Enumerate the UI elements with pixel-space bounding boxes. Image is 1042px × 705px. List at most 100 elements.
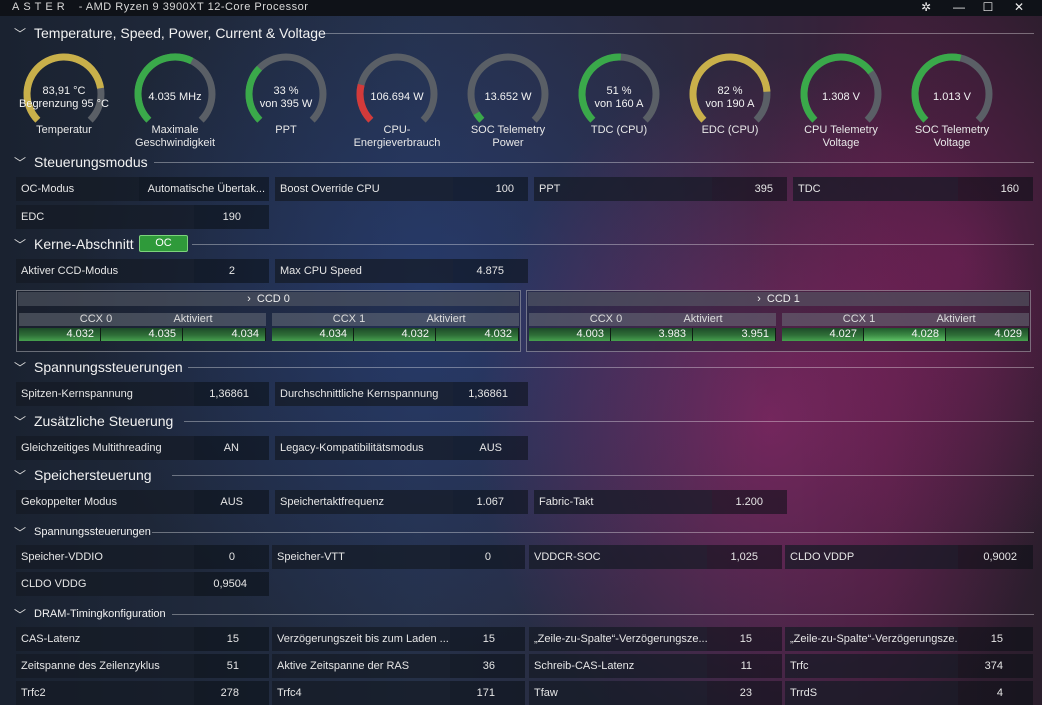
legacy-mode-field[interactable]: Legacy-Kompatibilitätsmodus AUS [275,436,528,460]
dram-timing-field[interactable]: „Zeile-zu-Spalte“-Verzögerungsze... 15 [529,627,782,651]
gauge: 1.013 V SOC Telemetry Voltage [900,50,1004,156]
core-clock: 3.983 [611,328,693,341]
gauge-track [356,53,438,123]
field-value: 2 [194,259,269,283]
section-title-text: Kerne-Abschnitt [34,236,134,252]
gauge-value: 1.308 V [822,91,860,103]
gauge-dial [800,53,882,123]
section-memory-voltage[interactable]: ﹀ Spannungssteuerungen [14,522,1034,542]
tdc-field[interactable]: TDC 160 [793,177,1033,201]
field-label: Aktiver CCD-Modus [16,259,194,283]
field-value: 15 [707,627,782,651]
field-label: Gleichzeitiges Multithreading [16,436,194,460]
settings-icon[interactable]: ✲ [915,0,937,14]
field-value: 1,36861 [453,382,528,406]
section-title-text: Spannungssteuerungen [34,526,151,538]
ppt-field[interactable]: PPT 395 [534,177,787,201]
divider [172,614,1034,615]
field-label: Speicher-VTT [272,545,450,569]
dram-timing-field[interactable]: Trfc4 171 [272,681,525,705]
ccx-name: CCX 1 [332,313,366,325]
coupled-mode-field[interactable]: Gekoppelter Modus AUS [16,490,269,514]
ccd-header[interactable]: › CCD 0 [18,292,519,306]
field-value: 4 [958,681,1033,705]
core-clock: 4.029 [946,328,1029,341]
gauge: 13.652 W SOC Telemetry Power [456,50,560,156]
field-label: TrrdS [785,681,958,705]
ccx-state: Aktiviert [936,313,976,325]
active-ccd-mode-field[interactable]: Aktiver CCD-Modus 2 [16,259,269,283]
gauge: 51 % von 160 A TDC (CPU) [567,50,671,156]
field-value: 15 [450,627,525,651]
dram-timing-field[interactable]: Aktive Zeitspanne der RAS 36 [272,654,525,678]
field-label: Max CPU Speed [275,259,453,283]
gauge-label: EDC (CPU) [701,124,759,136]
dram-timing-field[interactable]: Trfc 374 [785,654,1033,678]
field-label: Trfc2 [16,681,194,705]
section-extra[interactable]: ﹀ Zusätzliche Steuerung [14,411,1034,431]
vddcr-soc-field[interactable]: VDDCR-SOC 1,025 [529,545,782,569]
section-memory[interactable]: ﹀ Speichersteuerung [14,465,1034,485]
dram-timing-field[interactable]: TrrdS 4 [785,681,1033,705]
core-clock: 4.003 [529,328,611,341]
dram-timing-field[interactable]: Tfaw 23 [529,681,782,705]
maximize-icon[interactable]: ☐ [977,0,999,14]
cldo-vddp-field[interactable]: CLDO VDDP 0,9002 [785,545,1033,569]
section-dram-timing[interactable]: ﹀ DRAM-Timingkonfiguration [14,604,1034,624]
field-value: 15 [194,627,269,651]
ccx-name: CCX 0 [589,313,623,325]
ccd-name: CCD 1 [766,293,800,305]
gauge-value: 51 % [606,85,632,97]
fabric-clock-field[interactable]: Fabric-Takt 1.200 [534,490,787,514]
memory-vddio-field[interactable]: Speicher-VDDIO 0 [16,545,269,569]
field-label: Durchschnittliche Kernspannung [275,382,453,406]
oc-badge[interactable]: OC [139,235,188,252]
chevron-right-icon: › [247,293,257,305]
ccd-header[interactable]: › CCD 1 [528,292,1029,306]
ccd-panel: › CCD 1 CCX 0 Aktiviert 4.003 3.983 3.951 CCX … [526,290,1031,352]
edc-field[interactable]: EDC 190 [16,205,269,229]
divider [154,162,1034,163]
section-title-text: Zusätzliche Steuerung [34,413,174,429]
section-title-text: Temperature, Speed, Power, Current & Vol… [34,25,326,41]
field-label: Legacy-Kompatibilitätsmodus [275,436,453,460]
dram-timing-field[interactable]: CAS-Latenz 15 [16,627,269,651]
app-brand: ASTER [12,1,69,13]
section-temperature[interactable]: ﹀ Temperature, Speed, Power, Current & V… [14,23,1034,43]
gauge-fill [800,53,874,123]
section-control-mode[interactable]: ﹀ Steuerungsmodus [14,152,1034,172]
section-title-text: Spannungssteuerungen [34,359,183,375]
divider [324,33,1034,34]
window-title-text: - AMD Ryzen 9 3900XT 12-Core Processor [78,1,309,13]
cldo-vddg-field[interactable]: CLDO VDDG 0,9504 [16,572,269,596]
divider [188,367,1034,368]
field-label: PPT [534,177,712,201]
gauge-value: 33 % [273,85,299,97]
core-clock: 4.028 [864,328,946,341]
dram-timing-field[interactable]: Zeitspanne des Zeilenzyklus 51 [16,654,269,678]
memory-clock-field[interactable]: Speichertaktfrequenz 1.067 [275,490,528,514]
gauge-value: 82 % [717,85,743,97]
dram-timing-field[interactable]: Verzögerungszeit bis zum Laden ... 15 [272,627,525,651]
dram-timing-field[interactable]: Trfc2 278 [16,681,269,705]
field-value: 278 [194,681,269,705]
oc-mode-field[interactable]: OC-Modus Automatische Übertak... [16,177,269,201]
close-icon[interactable]: ✕ [1008,0,1030,14]
peak-core-voltage-field[interactable]: Spitzen-Kernspannung 1,36861 [16,382,269,406]
dram-timing-field[interactable]: Schreib-CAS-Latenz 11 [529,654,782,678]
field-value: 4.875 [453,259,528,283]
chevron-right-icon: › [757,293,767,305]
memory-vtt-field[interactable]: Speicher-VTT 0 [272,545,525,569]
field-label: EDC [16,205,194,229]
field-value: 100 [453,177,528,201]
minimize-icon[interactable]: — [948,0,970,14]
section-voltage[interactable]: ﹀ Spannungssteuerungen [14,357,1034,377]
dram-timing-field[interactable]: „Zeile-zu-Spalte“-Verzögerungsze... 15 [785,627,1033,651]
avg-core-voltage-field[interactable]: Durchschnittliche Kernspannung 1,36861 [275,382,528,406]
field-value: AUS [194,490,269,514]
smt-field[interactable]: Gleichzeitiges Multithreading AN [16,436,269,460]
field-value: 0 [194,545,269,569]
ccd-name: CCD 0 [256,293,290,305]
boost-override-field[interactable]: Boost Override CPU 100 [275,177,528,201]
max-cpu-speed-field[interactable]: Max CPU Speed 4.875 [275,259,528,283]
